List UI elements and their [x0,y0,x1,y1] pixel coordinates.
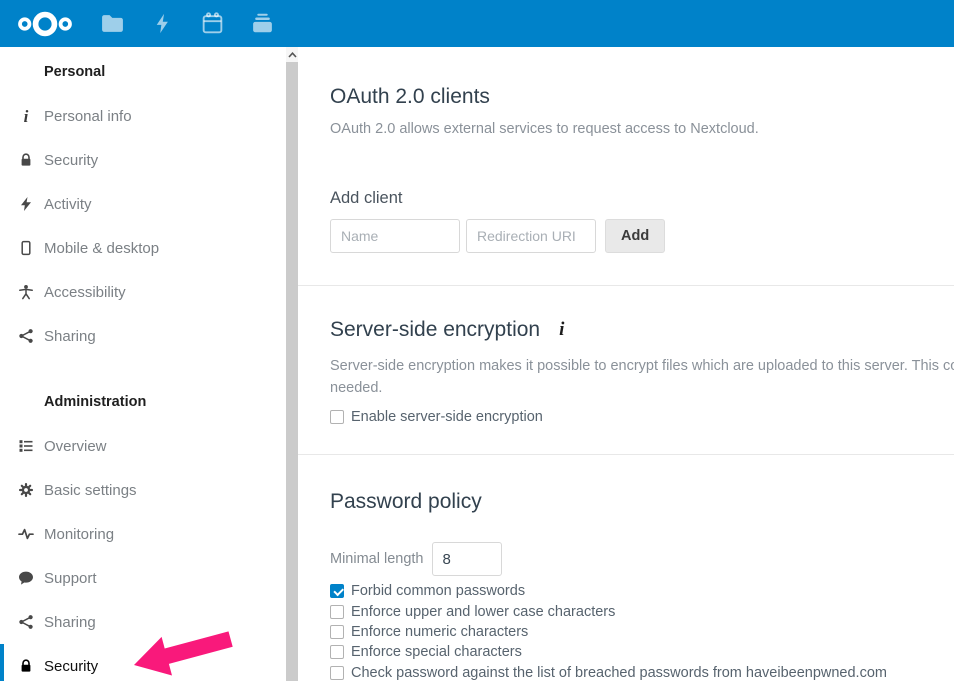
enable-encryption-row[interactable]: Enable server-side encryption [330,409,954,425]
info-icon[interactable]: i [559,317,564,343]
app-activity-button[interactable] [148,9,177,38]
encryption-title: Server-side encryption i [330,317,954,343]
sidebar-spacer [0,358,286,380]
enable-encryption-checkbox[interactable] [330,410,344,424]
phone-icon [17,240,35,256]
app-menu [98,9,277,38]
lightning-icon [151,12,174,35]
sidebar-item-sharing-personal[interactable]: Sharing [0,314,286,358]
sidebar-scrollbar[interactable] [286,47,298,681]
minimal-length-label: Minimal length [330,551,424,567]
password-policy-title: Password policy [330,488,954,516]
scrollbar-thumb[interactable] [286,62,298,681]
minimal-length-row: Minimal length [330,542,954,576]
encryption-section: Server-side encryption i Server-side enc… [298,285,954,454]
sidebar-item-mobile-desktop[interactable]: Mobile & desktop [0,226,286,270]
app-window: Personal i Personal info Security Activi… [0,0,954,681]
sidebar-item-security-personal[interactable]: Security [0,138,286,182]
sidebar-section-administration: Administration [0,380,286,424]
enforce-special-checkbox[interactable] [330,645,344,659]
encryption-title-text: Server-side encryption [330,317,540,343]
sidebar-item-activity[interactable]: Activity [0,182,286,226]
enforce-case-checkbox[interactable] [330,605,344,619]
client-name-input[interactable] [330,219,460,253]
enforce-numeric-row[interactable]: Enforce numeric characters [330,622,954,642]
forbid-common-passwords-checkbox[interactable] [330,584,344,598]
encryption-description-line1: Server-side encryption makes it possible… [330,356,954,378]
add-client-heading: Add client [330,188,954,208]
oauth-description: OAuth 2.0 allows external services to re… [330,121,954,138]
oauth-title: OAuth 2.0 clients [330,84,954,110]
lightning-icon [17,196,35,212]
add-client-button[interactable]: Add [605,219,665,253]
accessibility-icon [17,284,35,300]
settings-sidebar: Personal i Personal info Security Activi… [0,47,286,681]
sidebar-item-sharing-admin[interactable]: Sharing [0,600,286,644]
calendar-icon [200,11,225,36]
scroll-up-button[interactable] [286,47,298,62]
password-policy-section: Password policy Minimal length Forbid co… [298,454,954,681]
list-icon [17,438,35,454]
redirect-uri-input[interactable] [466,219,596,253]
enforce-numeric-checkbox[interactable] [330,625,344,639]
chevron-up-icon [288,52,297,58]
info-icon: i [17,108,35,124]
gear-icon [17,482,35,498]
chat-icon [17,570,35,586]
monitoring-icon [17,526,35,542]
encryption-description-line2: needed. [330,378,954,400]
share-icon [17,328,35,344]
lock-icon [17,152,35,168]
lock-icon [17,658,35,674]
sidebar-item-overview[interactable]: Overview [0,424,286,468]
check-hibp-row[interactable]: Check password against the list of breac… [330,663,954,681]
add-client-form: Add [330,219,954,253]
enforce-case-row[interactable]: Enforce upper and lower case characters [330,601,954,621]
check-hibp-checkbox[interactable] [330,666,344,680]
forbid-common-passwords-row[interactable]: Forbid common passwords [330,581,954,601]
password-policy-options: Forbid common passwords Enforce upper an… [330,581,954,681]
sidebar-item-monitoring[interactable]: Monitoring [0,512,286,556]
sidebar-item-support[interactable]: Support [0,556,286,600]
sidebar-section-personal: Personal [0,50,286,94]
nextcloud-logo[interactable] [12,7,78,41]
enforce-special-row[interactable]: Enforce special characters [330,642,954,662]
oauth-section: OAuth 2.0 clients OAuth 2.0 allows exter… [298,47,954,285]
app-files-button[interactable] [98,9,127,38]
folder-icon [100,11,125,36]
minimal-length-input[interactable] [432,542,502,576]
sidebar-item-security-admin[interactable]: Security [0,644,286,681]
deck-icon [250,11,275,36]
nextcloud-logo-icon [12,7,78,41]
sidebar-item-personal-info[interactable]: i Personal info [0,94,286,138]
sidebar-item-accessibility[interactable]: Accessibility [0,270,286,314]
app-deck-button[interactable] [248,9,277,38]
settings-content: OAuth 2.0 clients OAuth 2.0 allows exter… [298,47,954,681]
top-bar [0,0,954,47]
sidebar-item-basic-settings[interactable]: Basic settings [0,468,286,512]
share-icon [17,614,35,630]
app-calendar-button[interactable] [198,9,227,38]
